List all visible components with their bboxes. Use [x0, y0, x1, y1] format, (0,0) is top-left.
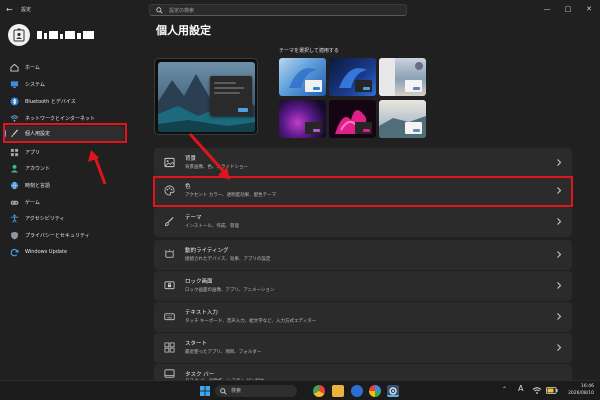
taskbar-search[interactable]: 検索	[215, 385, 297, 397]
taskbar: 検索 ⌃ A 16:46 2026/08/10	[0, 380, 600, 400]
blue-app-icon[interactable]	[351, 385, 363, 397]
annotation-arrows	[88, 132, 230, 185]
battery-icon[interactable]	[546, 387, 558, 394]
arrow-down-to-colors	[188, 132, 227, 175]
ime-indicator[interactable]: A	[518, 384, 523, 393]
arrow-up-to-personalization	[93, 156, 107, 185]
chrome-icon[interactable]	[313, 385, 325, 397]
clock-date: 2026/08/10	[568, 391, 594, 396]
wifi-icon[interactable]	[532, 386, 542, 395]
app-icon[interactable]	[369, 385, 381, 397]
windows-start-icon[interactable]	[200, 386, 210, 396]
taskbar-clock[interactable]: 16:46 2026/08/10	[568, 383, 594, 397]
tray-chevron-icon[interactable]: ⌃	[502, 386, 507, 393]
settings-gear-icon[interactable]	[387, 385, 399, 397]
file-explorer-icon[interactable]	[332, 385, 344, 397]
clock-time: 16:46	[581, 384, 594, 389]
taskbar-search-placeholder: 検索	[231, 388, 242, 394]
search-icon	[220, 388, 227, 395]
